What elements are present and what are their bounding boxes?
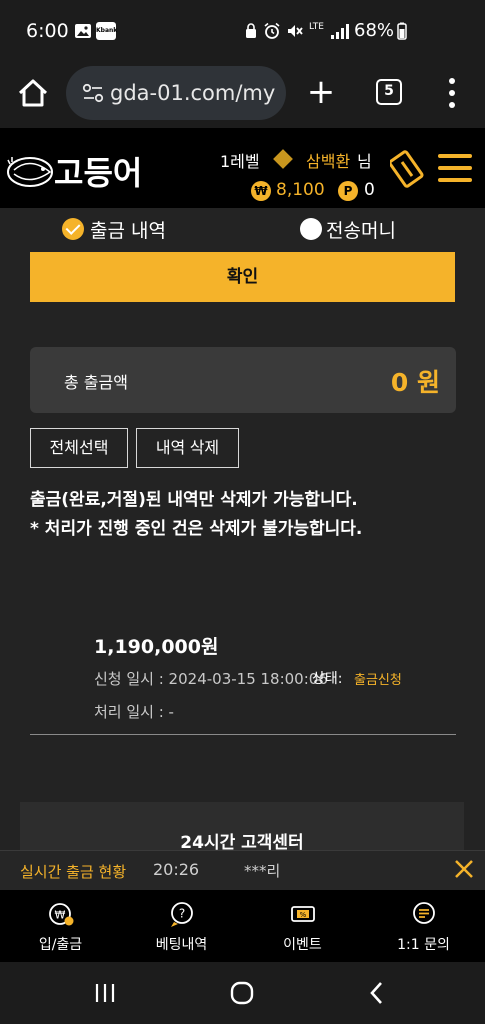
network-type: LTE [309,22,324,32]
total-label: 총 출금액 [64,373,128,392]
radio-label: 출금 내역 [90,219,166,242]
select-all-button[interactable]: 전체선택 [30,428,128,468]
confirm-button[interactable]: 확인 [30,252,455,302]
level-diamond-icon [273,149,293,169]
nav-deposit-withdraw[interactable]: ₩ 입/출금 [0,890,121,962]
betting-history-icon: ? [171,902,193,927]
nav-label: 입/출금 [38,937,83,953]
radio-checked-icon [62,218,84,240]
divider [30,734,456,735]
status-bar: 6:00 Kbank LTE 68% [0,0,485,60]
notice-line-2: * 처리가 진행 중인 건은 삭제가 불가능합니다. [30,519,363,539]
total-value: 0 원 [390,368,440,397]
ticker-label: 실시간 출금 현황 [20,863,127,881]
kbank-badge-icon: Kbank [96,22,117,40]
user-level: 1레벨 [220,152,260,171]
browser-toolbar: gda-01.com/my + 5 [0,60,485,128]
ticker-user: ***리 [244,862,281,880]
signal-icon [331,24,349,39]
lock-alarm-icon [246,23,256,38]
hamburger-menu-icon[interactable] [438,154,472,182]
username: 삼백환 [306,152,351,171]
status-time: 6:00 [26,20,69,42]
live-withdraw-ticker: 실시간 출금 현황 20:26 ***리 [0,850,485,890]
ticker-time: 20:26 [153,860,200,879]
delete-history-button[interactable]: 내역 삭제 [136,428,239,468]
username-honorific: 님 [357,152,372,171]
recent-apps-icon[interactable] [94,982,116,1004]
address-bar[interactable]: gda-01.com/my [66,66,286,120]
system-navigation-bar [0,962,485,1024]
back-icon[interactable] [368,981,386,1005]
nav-inquiry[interactable]: 1:1 문의 [363,890,484,962]
won-coin-icon: ₩ [251,181,271,201]
home-circle-icon[interactable] [229,980,255,1006]
radio-transfer-money[interactable]: 전송머니 [300,214,396,244]
more-menu-icon[interactable] [448,76,456,110]
nav-event[interactable]: % 이벤트 [242,890,363,962]
notice-text: 출금(완료,거절)된 내역만 삭제가 가능합니다. * 처리가 진행 중인 건은… [30,486,450,544]
deposit-withdraw-icon: ₩ [49,903,74,926]
site-settings-icon[interactable] [82,83,104,103]
bottom-nav: ₩ 입/출금 ? 베팅내역 % 이벤트 1:1 문의 [0,890,485,962]
history-request-date: 신청 일시 : 2024-03-15 18:00:06 [94,670,328,688]
mute-icon [288,25,303,37]
alarm-icon [264,22,280,39]
site-header: 고등어 1레벨 삼백환 님 ₩ 8,100 P 0 [0,128,485,208]
gallery-icon [75,24,91,38]
battery-icon [397,22,407,40]
url-text: gda-01.com/my [110,81,276,105]
history-status: 출금신청 [354,673,402,688]
event-ticket-icon: % [291,906,315,922]
history-amount: 1,190,000원 [94,636,219,658]
customer-center-box: 24시간 고객센터 [20,802,464,853]
radio-withdraw-history[interactable]: 출금 내역 [62,214,166,244]
logo-text: 고등어 [54,154,142,192]
site-logo[interactable]: 고등어 [6,142,146,198]
nav-label: 1:1 문의 [397,937,450,953]
radio-unchecked-icon [300,218,322,240]
svg-text:%: % [300,911,307,919]
total-withdrawal-box: 총 출금액 0 원 [30,347,456,413]
nav-betting-history[interactable]: ? 베팅내역 [121,890,242,962]
home-icon[interactable] [14,74,52,112]
svg-text:₩: ₩ [55,909,66,922]
history-status-label: 상태: [312,671,343,687]
notice-line-1: 출금(완료,거절)된 내역만 삭제가 가능합니다. [30,490,358,510]
point-coin-icon: P [338,181,358,201]
money-balance: 8,100 [276,180,325,200]
history-process-date: 처리 일시 : - [94,703,174,721]
point-balance: 0 [364,180,375,200]
svg-text:?: ? [179,907,185,921]
nav-label: 이벤트 [283,937,322,953]
nav-label: 베팅내역 [155,937,208,953]
battery-level: 68% [354,20,395,41]
new-tab-plus-icon[interactable]: + [306,72,336,112]
tab-switcher-button[interactable]: 5 [376,79,402,105]
close-icon[interactable] [452,857,476,881]
coupon-icon[interactable] [390,150,424,188]
radio-label: 전송머니 [326,219,396,242]
chat-inquiry-icon [413,902,435,924]
